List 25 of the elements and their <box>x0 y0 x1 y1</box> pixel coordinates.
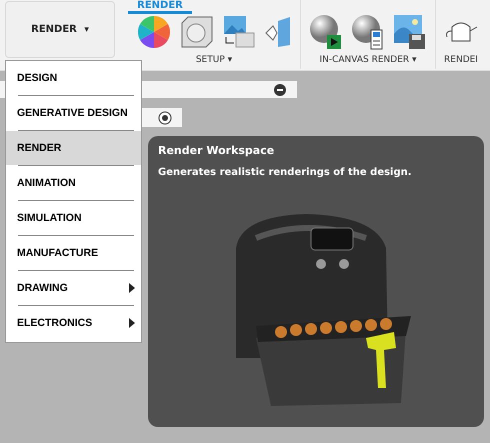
menu-item[interactable]: DESIGN <box>6 61 141 95</box>
image-box-icon[interactable] <box>222 15 256 49</box>
menu-item[interactable]: ANIMATION <box>6 166 141 200</box>
in-canvas-render-group-label[interactable]: IN-CANVAS RENDER ▾ <box>319 55 417 65</box>
submenu-arrow-icon <box>129 318 135 328</box>
tooltip-title: Render Workspace <box>158 144 276 157</box>
collapse-icon[interactable] <box>274 84 286 96</box>
menu-item[interactable]: GENERATIVE DESIGN <box>6 96 141 130</box>
radio-icon[interactable] <box>158 110 172 124</box>
workspace-button[interactable]: RENDER ▾ <box>5 1 115 58</box>
sphere-settings-icon[interactable] <box>351 14 385 50</box>
setup-group-label[interactable]: SETUP ▾ <box>196 55 232 65</box>
menu-item[interactable]: DRAWING <box>6 271 141 305</box>
tooltip-description: Generates realistic renderings of the design. <box>158 167 413 178</box>
menu-item[interactable]: RENDER <box>6 131 141 165</box>
plane-icon[interactable] <box>264 15 292 49</box>
sphere-play-icon[interactable] <box>309 14 343 50</box>
image-save-icon[interactable] <box>393 14 427 50</box>
menu-item[interactable]: ELECTRONICS <box>6 306 141 340</box>
menu-item[interactable]: MANUFACTURE <box>6 236 141 270</box>
scene-box-icon[interactable] <box>180 15 214 49</box>
color-wheel-icon[interactable] <box>136 14 172 50</box>
render-group-label[interactable]: RENDEI <box>444 55 478 65</box>
menu-item[interactable]: SIMULATION <box>6 201 141 235</box>
submenu-arrow-icon <box>129 283 135 293</box>
